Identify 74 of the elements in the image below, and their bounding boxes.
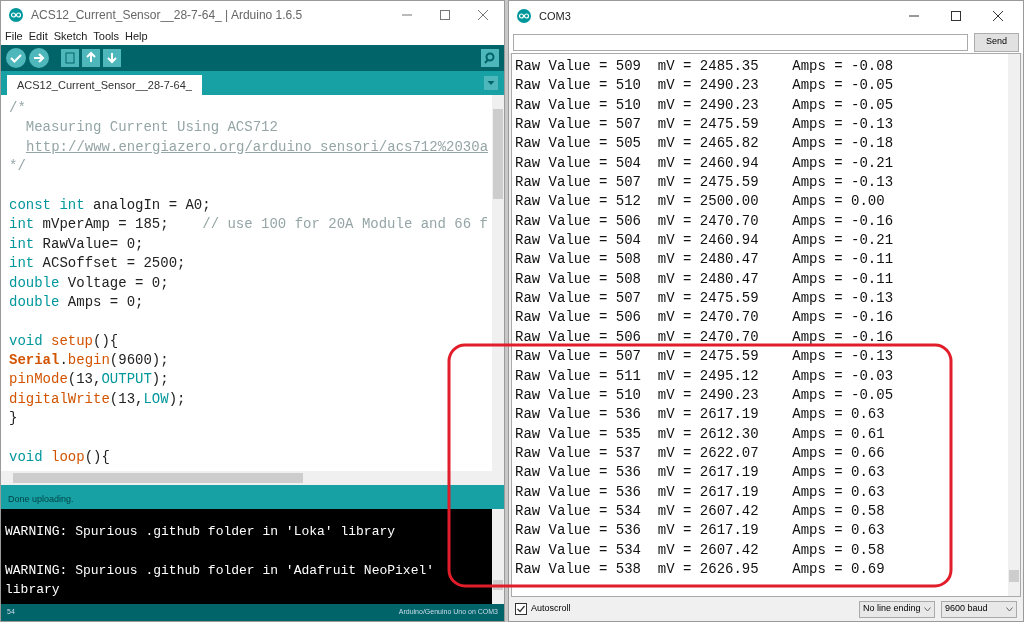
serial-output-line: Raw Value = 536 mV = 2617.19 Amps = 0.63 (515, 463, 885, 483)
code-line: void setup(){ (9, 331, 119, 351)
menu-item[interactable]: Sketch (53, 27, 88, 45)
serial-output-line: Raw Value = 511 mV = 2495.12 Amps = -0.03 (515, 366, 894, 386)
serial-output-line: Raw Value = 507 mV = 2475.59 Amps = -0.13 (515, 347, 894, 367)
serial-output-line: Raw Value = 534 mV = 2607.42 Amps = 0.58 (515, 540, 885, 560)
serial-output-line: Raw Value = 536 mV = 2617.19 Amps = 0.63 (515, 521, 885, 541)
code-line: double Voltage = 0; (9, 273, 169, 293)
code-line: double Amps = 0; (9, 292, 144, 312)
menu-item[interactable]: Tools (93, 27, 120, 45)
serial-output-line: Raw Value = 510 mV = 2490.23 Amps = -0.05 (515, 95, 894, 115)
serial-scrollbar[interactable] (1008, 54, 1020, 596)
vertical-scrollbar[interactable] (492, 95, 504, 485)
code-line: */ (9, 157, 26, 177)
serial-output-line: Raw Value = 536 mV = 2617.19 Amps = 0.63 (515, 482, 885, 502)
serial-output-line: Raw Value = 506 mV = 2470.70 Amps = -0.16 (515, 211, 894, 231)
serial-output-line: Raw Value = 510 mV = 2490.23 Amps = -0.05 (515, 385, 894, 405)
serial-output-line: Raw Value = 506 mV = 2470.70 Amps = -0.16 (515, 327, 894, 347)
code-line: /* (9, 99, 26, 118)
code-line: Serial.begin(9600); (9, 351, 169, 371)
code-line: } (9, 409, 18, 429)
serial-output-line: Raw Value = 504 mV = 2460.94 Amps = -0.21 (515, 231, 894, 251)
file-tab[interactable]: ACS12_Current_Sensor__28-7-64_ (7, 75, 202, 95)
code-line: int RawValue= 0; (9, 234, 144, 254)
serial-output-line: Raw Value = 534 mV = 2607.42 Amps = 0.58 (515, 501, 885, 521)
menu-item[interactable]: Edit (28, 27, 48, 45)
horizontal-scrollbar[interactable] (1, 471, 492, 485)
console-line: WARNING: Spurious .github folder in 'Adafruit NeoPixel' (5, 561, 435, 580)
serial-output-line: Raw Value = 538 mV = 2626.95 Amps = 0.69 (515, 559, 885, 579)
serial-output-line: Raw Value = 504 mV = 2460.94 Amps = -0.21 (515, 153, 894, 173)
line-ending-dropdown[interactable]: No line ending (859, 600, 935, 618)
caret-icon[interactable] (924, 606, 931, 612)
code-line: digitalWrite(13,LOW); (9, 389, 186, 409)
send-input-field[interactable] (513, 33, 968, 51)
status-bar: Done uploading. (1, 485, 504, 509)
window-title: COM3 (539, 8, 572, 24)
code-line: const int analogIn = A0; (9, 195, 211, 215)
send-button[interactable]: Send (973, 32, 1019, 52)
console-line: library (5, 581, 60, 600)
caret-icon[interactable] (1006, 606, 1013, 612)
code-line: int mVperAmp = 185; // use 100 for 20A Module and 66 f (9, 215, 488, 235)
baud-rate-dropdown[interactable]: 9600 baud (941, 600, 1017, 618)
app-logo-icon (517, 9, 531, 23)
code-line: void loop(){ (9, 448, 110, 468)
serial-output-line: Raw Value = 507 mV = 2475.59 Amps = -0.13 (515, 289, 894, 309)
code-line: int ACSoffset = 2500; (9, 254, 186, 274)
console-line: WARNING: Spurious .github folder in 'Loka' library (5, 523, 396, 541)
serial-output-line: Raw Value = 535 mV = 2612.30 Amps = 0.61 (515, 424, 885, 444)
menu-item[interactable]: File (5, 27, 23, 45)
serial-output-line: Raw Value = 510 mV = 2490.23 Amps = -0.05 (515, 76, 894, 96)
serial-output-line: Raw Value = 509 mV = 2485.35 Amps = -0.08 (515, 57, 894, 76)
new-file-icon[interactable] (61, 49, 79, 67)
window-title: ACS12_Current_Sensor__28-7-64_ | Arduino 1.6.5 (31, 7, 304, 24)
code-line: pinMode(13,OUTPUT); (9, 370, 169, 390)
autoscroll-label: Autoscroll (531, 602, 572, 616)
serial-output-line: Raw Value = 507 mV = 2475.59 Amps = -0.13 (515, 173, 894, 193)
serial-output-line: Raw Value = 508 mV = 2480.47 Amps = -0.11 (515, 250, 894, 270)
menu-item[interactable]: Help (125, 27, 148, 45)
verify-icon[interactable] (6, 48, 26, 68)
serial-output-line: Raw Value = 536 mV = 2617.19 Amps = 0.63 (515, 405, 885, 425)
serial-output-line: Raw Value = 506 mV = 2470.70 Amps = -0.16 (515, 308, 894, 328)
app-logo-icon (9, 8, 23, 22)
close-icon[interactable] (993, 11, 1003, 21)
dropdown-icon[interactable] (484, 76, 498, 90)
serial-output-line: Raw Value = 537 mV = 2622.07 Amps = 0.66 (515, 443, 885, 463)
autoscroll-checkbox[interactable] (515, 603, 527, 615)
console-scrollbar[interactable] (492, 509, 504, 604)
serial-output-line: Raw Value = 505 mV = 2465.82 Amps = -0.18 (515, 134, 894, 154)
code-line: Measuring Current Using ACS712 (24, 118, 278, 138)
serial-output-line: Raw Value = 508 mV = 2480.47 Amps = -0.11 (515, 269, 894, 289)
search-icon[interactable] (481, 49, 499, 67)
serial-output-line: Raw Value = 507 mV = 2475.59 Amps = -0.13 (515, 115, 894, 135)
maximize-icon[interactable] (951, 11, 961, 21)
serial-output-line: Raw Value = 512 mV = 2500.00 Amps = 0.00 (515, 192, 885, 212)
